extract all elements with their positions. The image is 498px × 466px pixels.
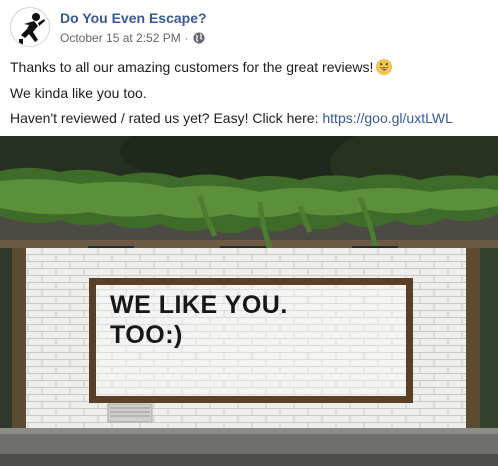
sign-text-line-1: WE LIKE YOU.	[110, 291, 288, 319]
post-text-line-3: Haven't reviewed / rated us yet? Easy! C…	[10, 109, 453, 127]
review-link[interactable]: https://goo.gl/uxtLWL	[322, 110, 452, 126]
post-header: Do You Even Escape? October 15 at 2:52 P…	[0, 0, 498, 52]
thanks-text: Thanks to all our amazing customers for …	[10, 59, 374, 75]
page-avatar[interactable]	[10, 7, 50, 47]
meta-separator: ·	[184, 31, 189, 45]
sign-text-line-2: TOO:)	[110, 321, 183, 349]
post-meta: October 15 at 2:52 PM ·	[60, 31, 205, 45]
post-text-line-1: Thanks to all our amazing customers for …	[10, 58, 393, 76]
page-name-link[interactable]: Do You Even Escape?	[60, 10, 207, 26]
running-figure-icon	[12, 9, 49, 46]
review-prompt-text: Haven't reviewed / rated us yet? Easy! C…	[10, 110, 323, 126]
globe-icon[interactable]	[193, 32, 205, 44]
post-text-line-2: We kinda like you too.	[10, 85, 147, 101]
grinning-face-emoji-icon	[376, 59, 393, 75]
post-timestamp[interactable]: October 15 at 2:52 PM	[60, 31, 181, 45]
post-photo[interactable]: WE LIKE YOU. TOO:)	[0, 136, 498, 466]
